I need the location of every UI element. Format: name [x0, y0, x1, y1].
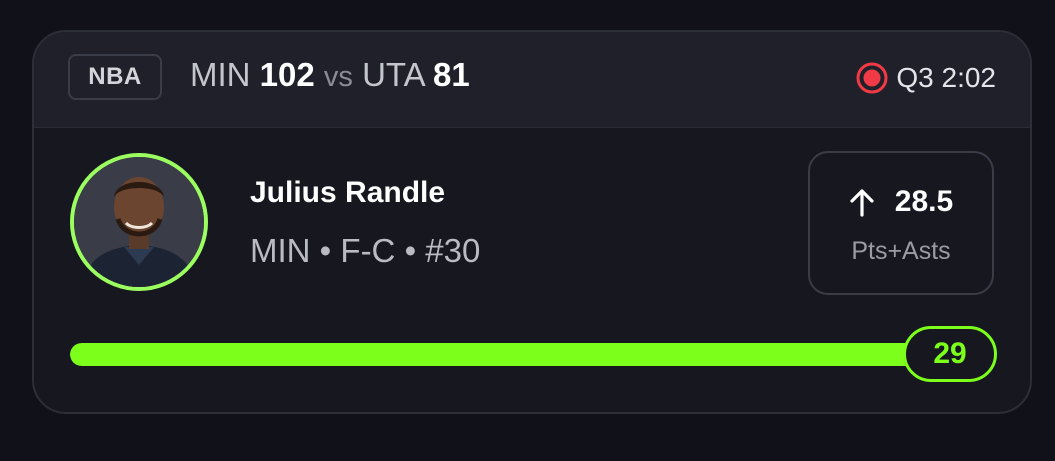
player-position: F-C — [340, 232, 396, 269]
current-stat-badge: 29 — [903, 326, 997, 382]
home-score: 102 — [259, 56, 315, 93]
player-details: MIN • F-C • #30 — [250, 232, 480, 270]
versus-label: vs — [323, 61, 353, 93]
player-photo — [74, 157, 204, 287]
game-clock: Q3 2:02 — [856, 62, 996, 94]
game-time: 2:02 — [941, 62, 997, 93]
league-badge: NBA — [68, 54, 162, 100]
player-name: Julius Randle — [250, 176, 446, 209]
away-score: 81 — [432, 56, 470, 93]
game-matchup: MIN 102 vs UTA 81 — [190, 56, 470, 94]
prop-line-value-row: 28.5 — [810, 185, 992, 219]
player-number: #30 — [425, 232, 481, 269]
prop-line-box[interactable]: 28.5 Pts+Asts — [808, 151, 994, 295]
prop-card[interactable]: NBA MIN 102 vs UTA 81 Q3 2:02 Julius Ran… — [32, 30, 1032, 414]
progress-bar — [70, 343, 942, 366]
player-avatar — [70, 153, 208, 291]
meta-separator: • — [404, 232, 417, 269]
prop-line-value: 28.5 — [894, 185, 954, 218]
game-period: Q3 — [896, 62, 934, 93]
meta-separator: • — [319, 232, 332, 269]
live-record-icon — [856, 62, 888, 94]
game-header: NBA MIN 102 vs UTA 81 Q3 2:02 — [34, 32, 1030, 128]
progress-fill — [70, 343, 942, 366]
home-team: MIN — [190, 56, 251, 93]
player-team: MIN — [250, 232, 311, 269]
prop-stat-type: Pts+Asts — [851, 237, 951, 265]
arrow-up-icon — [850, 189, 874, 217]
away-team: UTA — [362, 56, 424, 93]
